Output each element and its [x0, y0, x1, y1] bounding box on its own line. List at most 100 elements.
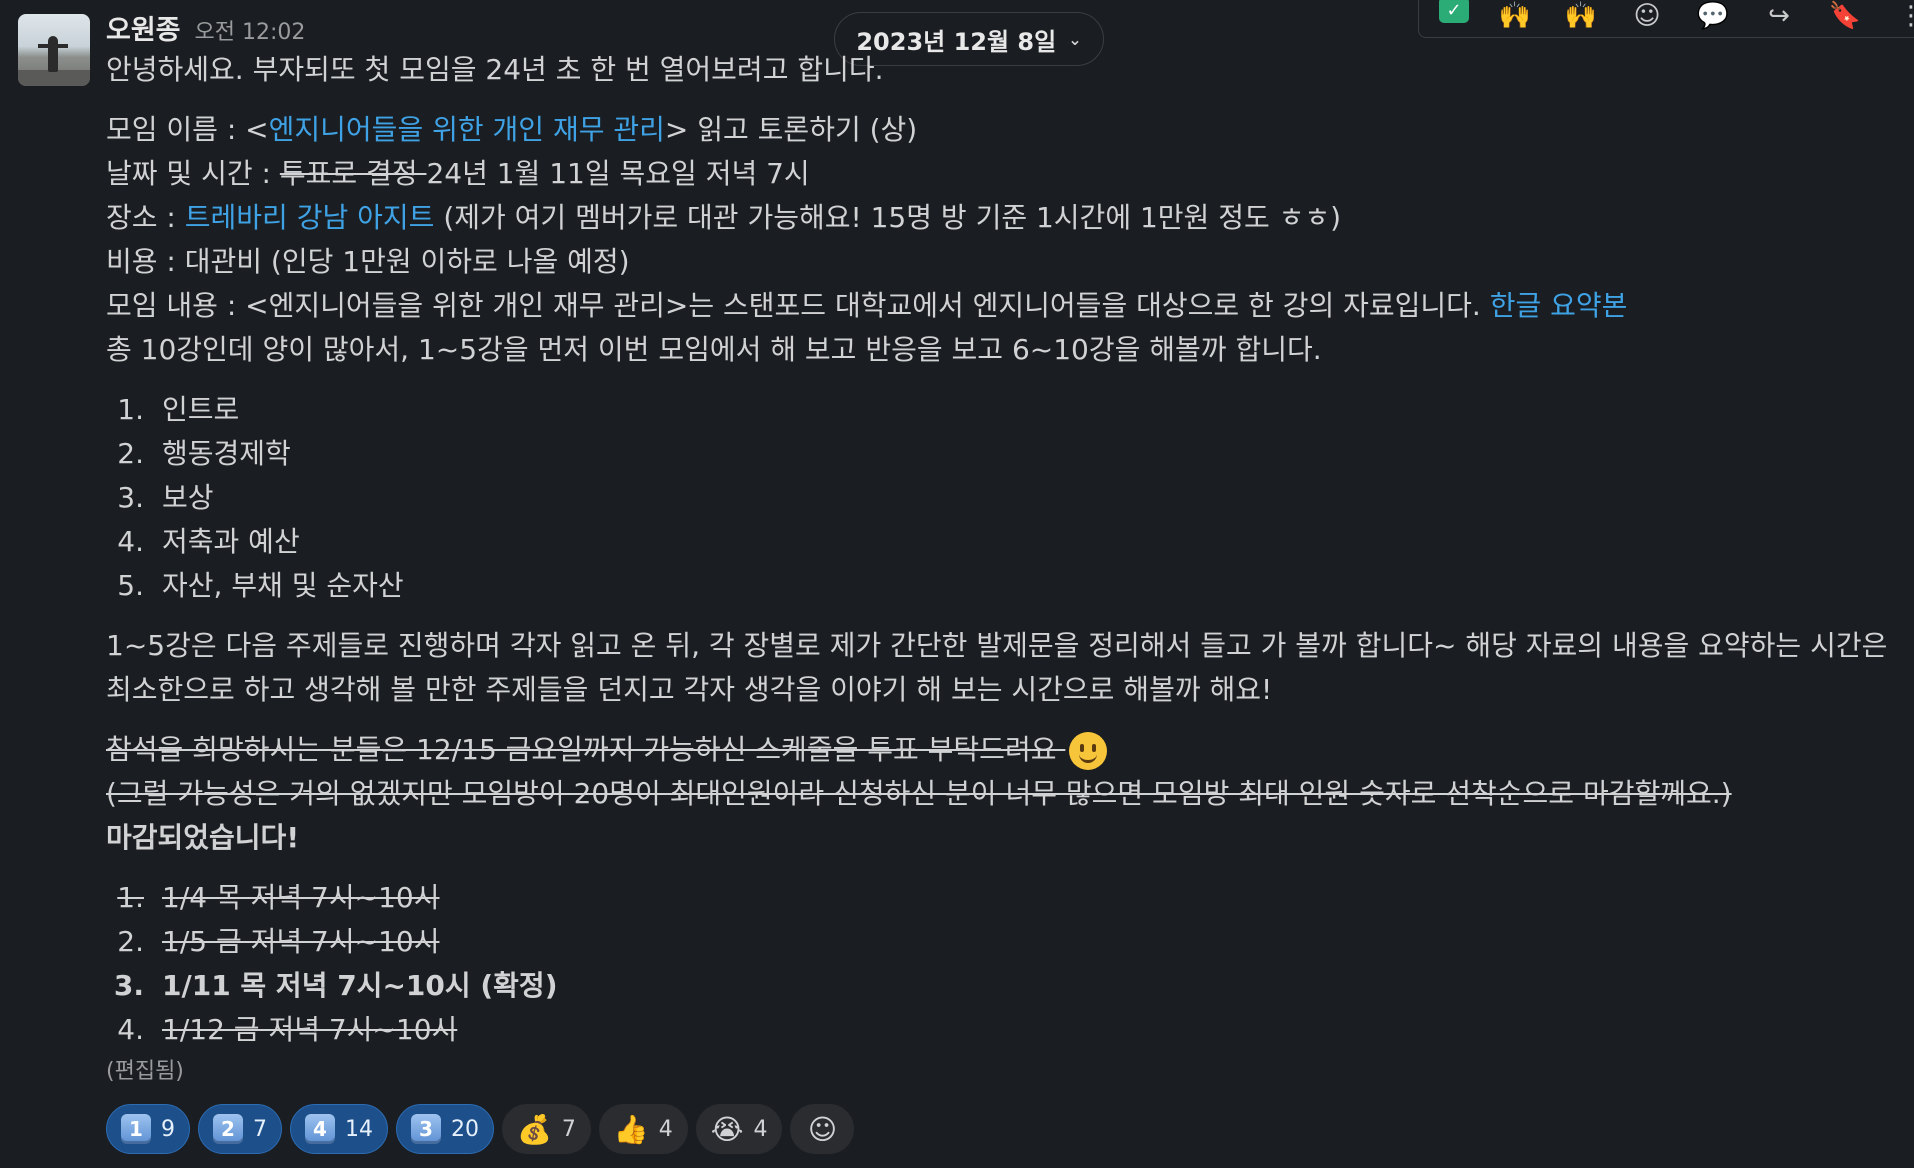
chevron-down-icon: ⌄ — [1068, 29, 1082, 49]
list-number: 3. — [113, 969, 144, 1002]
meeting-name-prefix: 모임 이름 : < — [106, 113, 269, 146]
reply-thread-icon[interactable]: 💬 — [1693, 0, 1733, 34]
book-title-link[interactable]: 엔지니어들을 위한 개인 재무 관리 — [269, 113, 665, 146]
reaction-crying-face[interactable]: 😭 4 — [695, 1104, 783, 1154]
date-value: 24년 1월 11일 목요일 저녁 7시 — [426, 157, 810, 190]
raised-hands-icon[interactable]: 🙌 — [1495, 0, 1535, 34]
list-item: 4. 저축과 예산 — [106, 520, 1906, 564]
list-item: 1. 인트로 — [106, 388, 1906, 432]
list-number: 1. — [117, 881, 144, 914]
add-reaction-icon: ☺ — [807, 1112, 838, 1146]
lecture-title: 인트로 — [162, 393, 240, 426]
list-item: 3. 보상 — [106, 476, 1906, 520]
content-line: 모임 내용 : <엔지니어들을 위한 개인 재무 관리>는 스탠포드 대학교에서… — [106, 284, 1906, 328]
method-paragraph: 1~5강은 다음 주제들로 진행하며 각자 읽고 온 뒤, 각 장별로 제가 간… — [106, 629, 1888, 706]
list-item: 5. 자산, 부채 및 순자산 — [106, 564, 1906, 608]
cost-line: 비용 : 대관비 (인당 1만원 이하로 나올 예정) — [106, 245, 630, 278]
lecture-title: 저축과 예산 — [162, 525, 300, 558]
capacity-struck-line: (그럴 가능성은 거의 없겠지만 모임방이 20명이 최대인원이라 신청하신 분… — [106, 777, 1732, 810]
message-body: 안녕하세요. 부자되또 첫 모임을 24년 초 한 번 열어보려고 합니다. 모… — [106, 48, 1906, 1092]
add-reaction-button[interactable]: ☺ — [790, 1104, 855, 1154]
avatar[interactable] — [18, 14, 90, 86]
edited-label: (편집됨) — [106, 1059, 184, 1084]
share-icon[interactable]: ↪ — [1759, 0, 1799, 34]
more-actions-icon[interactable]: ⋮ — [1891, 0, 1914, 34]
lecture-title: 행동경제학 — [162, 437, 291, 470]
message-timestamp[interactable]: 오전 12:02 — [195, 14, 306, 46]
meeting-name-line: 모임 이름 : <엔지니어들을 위한 개인 재무 관리> 읽고 토론하기 (상) — [106, 108, 1906, 152]
list-number: 4. — [117, 525, 144, 558]
reaction-thumbs-up[interactable]: 👍 4 — [598, 1104, 688, 1154]
reaction-count: 4 — [658, 1116, 673, 1142]
summary-link[interactable]: 한글 요약본 — [1490, 289, 1628, 322]
list-number: 3. — [117, 481, 144, 514]
schedule-option: 1/5 금 저녁 7시~10시 — [162, 925, 440, 958]
list-number: 5. — [117, 569, 144, 602]
list-item: 1. 1/4 목 저녁 7시~10시 — [106, 876, 1906, 920]
bookmark-icon[interactable]: 🔖 — [1825, 0, 1865, 34]
reaction-count: 9 — [161, 1116, 175, 1142]
schedule-options-list: 1. 1/4 목 저녁 7시~10시 2. 1/5 금 저녁 7시~10시 3. 1/… — [106, 876, 1906, 1052]
date-line: 날짜 및 시간 : 투표로 결정 24년 1월 11일 목요일 저녁 7시 — [106, 152, 1906, 196]
author-name[interactable]: 오원종 — [106, 8, 181, 47]
money-bag-icon: 💰 — [517, 1112, 552, 1146]
list-number: 2. — [117, 437, 144, 470]
list-number: 1. — [117, 393, 144, 426]
vote-line: 참석을 희망하시는 분들은 12/15 금요일까지 가능하신 스케줄을 투표 부… — [106, 728, 1906, 772]
crying-face-icon: 😭 — [710, 1112, 744, 1146]
place-note: (제가 여기 멤버가로 대관 가능해요! 15명 방 기준 1시간에 1만원 정… — [434, 201, 1342, 234]
reaction-count: 20 — [451, 1116, 479, 1142]
thumbs-up-icon: 👍 — [613, 1112, 649, 1146]
list-number: 4. — [117, 1013, 144, 1046]
slightly-smiling-face-icon — [1069, 732, 1108, 770]
reaction-count: 14 — [345, 1116, 373, 1142]
list-item: 2. 1/5 금 저녁 7시~10시 — [106, 920, 1906, 964]
celebrate-hands-icon[interactable]: 🙌 — [1561, 0, 1601, 34]
list-number: 2. — [117, 925, 144, 958]
place-label: 장소 : — [106, 201, 185, 234]
reaction-count: 7 — [253, 1116, 267, 1142]
list-item: 2. 행동경제학 — [106, 432, 1906, 476]
reaction-keycap-3[interactable]: 3 20 — [396, 1104, 494, 1154]
keycap-3-icon: 3 — [411, 1114, 441, 1144]
meeting-name-suffix: > 읽고 토론하기 (상) — [664, 113, 918, 146]
plan-line: 총 10강인데 양이 많아서, 1~5강을 먼저 이번 모임에서 해 보고 반응… — [106, 333, 1322, 366]
lecture-title: 보상 — [162, 481, 214, 514]
reaction-money-bag[interactable]: 💰 7 — [502, 1104, 591, 1154]
keycap-4-icon: 4 — [305, 1114, 335, 1144]
keycap-2-icon: 2 — [213, 1114, 243, 1144]
content-text: 모임 내용 : <엔지니어들을 위한 개인 재무 관리>는 스탠포드 대학교에서… — [106, 289, 1490, 322]
reactions-bar: 19 27 4 14 3 20 💰 7 👍 4 😭 4 ☺ — [106, 1104, 855, 1154]
reaction-keycap-1[interactable]: 19 — [106, 1104, 190, 1154]
date-struck-text: 투표로 결정 — [279, 157, 427, 190]
place-link[interactable]: 트레바리 강남 아지트 — [185, 201, 435, 234]
list-item: 3. 1/11 목 저녁 7시~10시 (확정) — [106, 964, 1906, 1008]
message-actions-toolbar: ✓ 🙌 🙌 ☺ 💬 ↪ 🔖 ⋮ — [1418, 0, 1914, 38]
lecture-list: 1. 인트로 2. 행동경제학 3. 보상 4. 저축과 예산 5. 자산, 부채 및 순… — [106, 388, 1906, 608]
reaction-count: 7 — [561, 1116, 576, 1142]
check-mark-icon[interactable]: ✓ — [1439, 0, 1469, 23]
schedule-option-confirmed: 1/11 목 저녁 7시~10시 (확정) — [162, 969, 558, 1002]
lecture-title: 자산, 부채 및 순자산 — [162, 569, 404, 602]
avatar-road — [18, 70, 90, 86]
keycap-1-icon: 1 — [121, 1114, 151, 1144]
list-item: 4. 1/12 금 저녁 7시~10시 — [106, 1008, 1906, 1052]
reaction-keycap-4[interactable]: 4 14 — [290, 1104, 388, 1154]
add-reaction-icon[interactable]: ☺ — [1627, 0, 1667, 34]
vote-struck-text: 참석을 희망하시는 분들은 12/15 금요일까지 가능하신 스케줄을 투표 부… — [106, 733, 1066, 766]
message-header: 오원종 오전 12:02 — [106, 8, 305, 48]
schedule-option: 1/12 금 저녁 7시~10시 — [162, 1013, 458, 1046]
intro-line: 안녕하세요. 부자되또 첫 모임을 24년 초 한 번 열어보려고 합니다. — [106, 53, 884, 86]
closed-notice: 마감되었습니다! — [106, 821, 300, 854]
reaction-keycap-2[interactable]: 27 — [198, 1104, 282, 1154]
place-line: 장소 : 트레바리 강남 아지트 (제가 여기 멤버가로 대관 가능해요! 15… — [106, 196, 1906, 240]
reaction-count: 4 — [753, 1116, 768, 1142]
avatar-figure — [48, 36, 58, 72]
schedule-option: 1/4 목 저녁 7시~10시 — [162, 881, 440, 914]
date-label: 날짜 및 시간 : — [106, 157, 280, 190]
